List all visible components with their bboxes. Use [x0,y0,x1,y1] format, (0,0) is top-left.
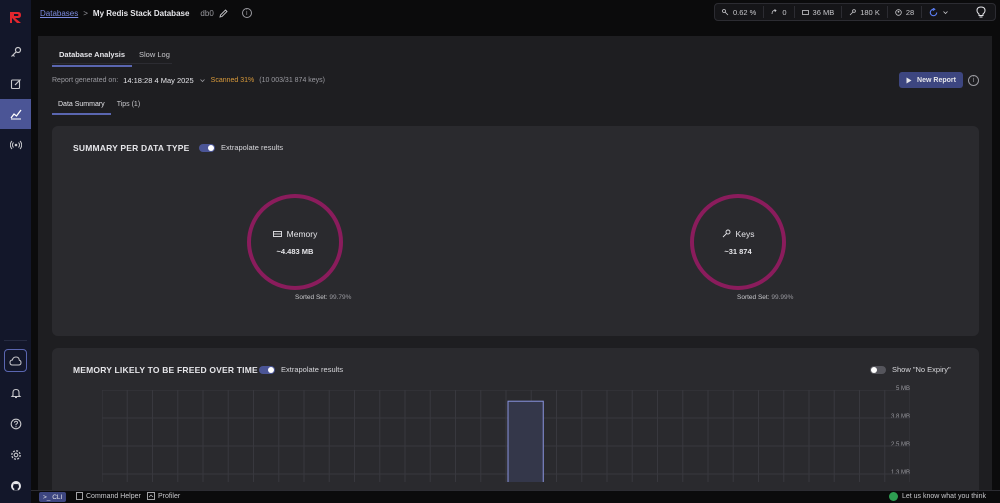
sidebar-item-pubsub[interactable] [0,130,31,160]
memory-note: Sorted Set: 99.79% [295,294,351,301]
bottom-bar: >_ CLI Command Helper Profiler Let us kn… [31,490,1000,503]
memory-note-type: Sorted Set: [295,294,328,301]
extrapolate-label: Extrapolate results [221,143,284,152]
analysis-icon [9,109,22,120]
cli-label: >_ CLI [43,493,63,501]
subtab-tips[interactable]: Tips (1) [111,98,146,115]
memory-ring: Memory ~4.483 MB [247,194,343,290]
scanned-detail: (10 003/31 874 keys) [259,77,326,84]
keys-label: Keys [735,228,755,239]
stat-keys-value: 180 K [860,7,880,17]
memory-icon [801,9,809,15]
tabs-divider [52,63,172,64]
sidebar-item-github[interactable] [0,471,31,501]
bell-icon [10,388,21,399]
stat-clients: 28 [888,6,923,18]
stat-ops-value: 0 [782,7,787,17]
redis-logo[interactable] [7,9,24,26]
stat-memory-value: 36 MB [812,7,835,17]
cpu-icon [722,8,729,15]
stat-clients-value: 28 [905,7,915,17]
stat-ops: 0 [764,6,795,18]
cli-button[interactable]: >_ CLI [39,492,67,502]
db-index: db0 [200,8,214,18]
chart-bar[interactable] [507,400,544,482]
commands-icon [771,8,777,14]
chart-plot [102,390,910,482]
keys-note-type: Sorted Set: [737,294,770,301]
memory-note-pct: 99.79% [329,294,352,301]
sidebar-item-cloud[interactable] [4,349,27,372]
stat-keys: 180 K [842,6,888,18]
chevron-down-icon[interactable] [942,9,949,16]
keys-note-pct: 99.99% [771,294,794,301]
play-icon [906,77,912,83]
stat-refresh[interactable] [922,6,956,18]
report-generated-label: Report generated on: [52,77,119,84]
help-icon [10,418,21,430]
keys-value: ~31 874 [724,246,752,256]
keys-ring: Keys ~31 874 [690,194,786,290]
summary-title: SUMMARY PER DATA TYPE [73,143,190,153]
sidebar-item-analysis[interactable] [0,99,31,129]
memory-value: ~4.483 MB [276,246,314,256]
document-icon [76,492,83,500]
report-date-select[interactable]: 14:18:28 4 May 2025 [123,76,193,85]
scanned-percent: Scanned 31% [210,77,255,84]
cloud-icon [9,355,22,365]
chevron-down-icon[interactable] [199,77,206,84]
extrapolate-toggle[interactable] [199,143,215,152]
sidebar-divider [4,340,27,341]
refresh-icon[interactable] [929,7,938,17]
sidebar-item-settings[interactable] [0,440,31,470]
pencil-icon[interactable] [219,8,228,18]
edit-icon [10,79,21,90]
profiler-icon [147,492,155,500]
key-icon [849,8,857,15]
feedback-label: Let us know what you think [901,493,986,500]
memory-label: Memory [286,228,318,239]
database-stats[interactable]: 0.62 % 0 36 MB 180 K 28 [714,3,996,21]
profiler-button[interactable]: Profiler [147,492,180,500]
feedback-icon [888,492,898,501]
db-info-icon[interactable]: i [241,8,252,18]
sidebar-item-help[interactable] [0,409,31,439]
breadcrumb: Databases > My Redis Stack Database db0 … [40,8,252,18]
lightbulb-icon[interactable] [976,6,986,18]
report-info-icon[interactable]: i [968,75,979,86]
summary-extrapolate[interactable]: Extrapolate results [199,143,283,152]
settings-icon [10,450,21,460]
report-info: Report generated on: 14:18:28 4 May 2025… [52,76,325,85]
keys-note: Sorted Set: 99.99% [737,294,793,301]
memory-icon [272,230,282,237]
breadcrumb-databases-link[interactable]: Databases [40,9,78,18]
feedback-link[interactable]: Let us know what you think [888,492,986,501]
sidebar-item-workbench[interactable] [0,69,31,99]
top-bar: Databases > My Redis Stack Database db0 … [31,0,1000,28]
database-name: My Redis Stack Database [92,8,190,18]
command-helper-label: Command Helper [86,492,141,500]
summary-card: SUMMARY PER DATA TYPE Extrapolate result… [52,126,979,336]
breadcrumb-separator: > [83,8,88,18]
key-icon [10,46,21,57]
subtab-data-summary[interactable]: Data Summary [52,98,111,115]
new-report-label: New Report [917,76,956,84]
sidebar [0,0,31,503]
new-report-button[interactable]: New Report [899,72,963,88]
stat-memory: 36 MB [795,6,843,18]
stat-cpu: 0.62 % [715,6,765,18]
sidebar-item-notifications[interactable] [0,378,31,408]
command-helper-button[interactable]: Command Helper [76,492,141,500]
clients-icon [895,8,902,16]
pubsub-icon [9,140,22,150]
analysis-subtabs: Data Summary Tips (1) [52,98,146,115]
profiler-label: Profiler [158,492,181,500]
app-root: Databases > My Redis Stack Database db0 … [0,0,1000,503]
stat-cpu-value: 0.62 % [733,7,757,17]
sidebar-item-browser[interactable] [0,37,31,67]
memory-freed-chart: 5 MB 3.8 MB 2.5 MB 1.3 MB [62,352,910,482]
github-icon [10,481,21,491]
key-icon [722,229,730,238]
